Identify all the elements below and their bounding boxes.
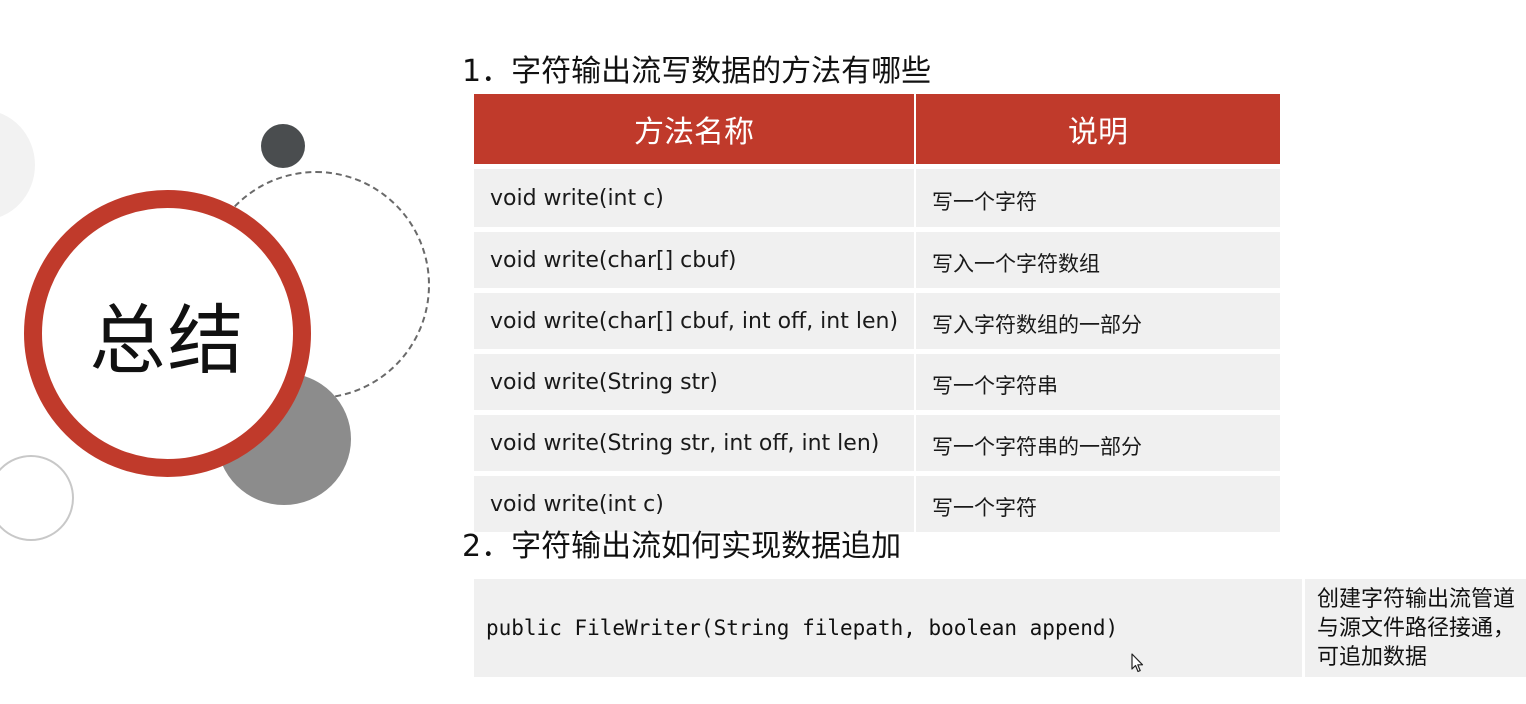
- question-2-title: 2．字符输出流如何实现数据追加: [462, 529, 902, 564]
- method-cell: void write(char[] cbuf): [474, 227, 916, 288]
- decorative-outline-circle: [0, 455, 74, 541]
- decorative-dark-dot: [261, 124, 305, 168]
- table-row: void write(char[] cbuf, int off, int len…: [474, 288, 1280, 349]
- decorative-circle-left: [0, 110, 35, 220]
- table-row: void write(int c) 写一个字符: [474, 164, 1280, 227]
- description-cell: 写入一个字符数组: [916, 227, 1280, 288]
- method-cell: void write(char[] cbuf, int off, int len…: [474, 288, 916, 349]
- method-cell: void write(String str): [474, 349, 916, 410]
- description-cell: 写一个字符: [916, 164, 1280, 227]
- description-cell: 写一个字符: [916, 471, 1280, 532]
- description-cell: 写一个字符串的一部分: [916, 410, 1280, 471]
- description-cell: 写一个字符串: [916, 349, 1280, 410]
- method-cell: void write(String str, int off, int len): [474, 410, 916, 471]
- header-description: 说明: [916, 94, 1280, 164]
- methods-table: 方法名称 说明 void write(int c) 写一个字符 void wri…: [474, 94, 1280, 532]
- constructor-code: public FileWriter(String filepath, boole…: [474, 579, 1302, 677]
- method-cell: void write(int c): [474, 164, 916, 227]
- summary-badge-title: 总结: [89, 295, 246, 385]
- question-1-title: 1．字符输出流写数据的方法有哪些: [462, 54, 932, 89]
- table-row: void write(String str) 写一个字符串: [474, 349, 1280, 410]
- table-row: void write(String str, int off, int len)…: [474, 410, 1280, 471]
- table-row: void write(char[] cbuf) 写入一个字符数组: [474, 227, 1280, 288]
- description-cell: 写入字符数组的一部分: [916, 288, 1280, 349]
- header-method-name: 方法名称: [474, 94, 916, 164]
- summary-badge: 总结: [24, 190, 311, 477]
- constructor-description: 创建字符输出流管道与源文件路径接通，可追加数据: [1305, 579, 1526, 677]
- table-header-row: 方法名称 说明: [474, 94, 1280, 164]
- mouse-cursor-icon: [1131, 653, 1144, 673]
